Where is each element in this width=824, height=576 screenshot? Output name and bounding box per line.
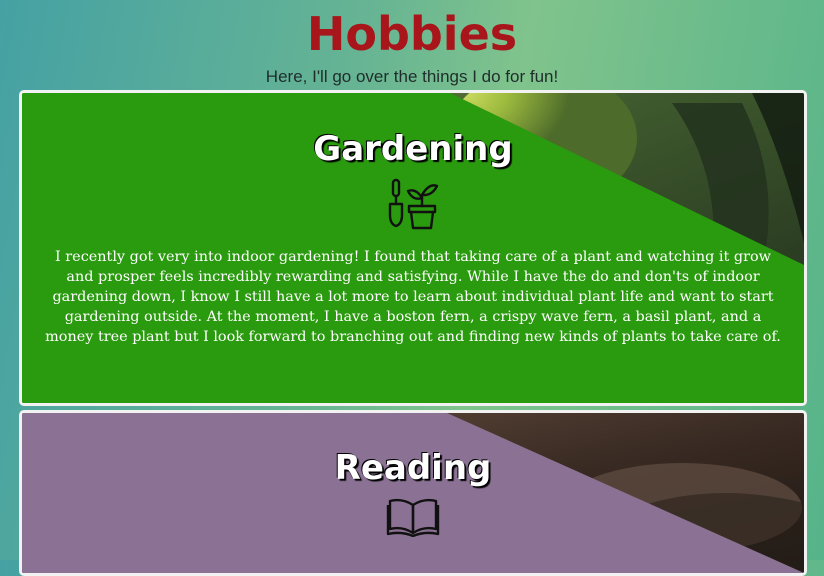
open-book-icon xyxy=(386,498,440,537)
hobby-title: Reading xyxy=(334,448,492,488)
hobby-title: Gardening xyxy=(313,129,513,169)
hobby-card-gardening: Gardening I recently got very into indoo… xyxy=(19,90,807,406)
gardening-tools-plant-pot-icon xyxy=(388,178,439,230)
page-subtitle: Here, I'll go over the things I do for f… xyxy=(265,67,559,86)
page-title: Hobbies xyxy=(306,7,518,61)
hobby-card-reading: Reading xyxy=(19,410,807,576)
hobby-description: I recently got very into indoor gardenin… xyxy=(45,249,781,345)
